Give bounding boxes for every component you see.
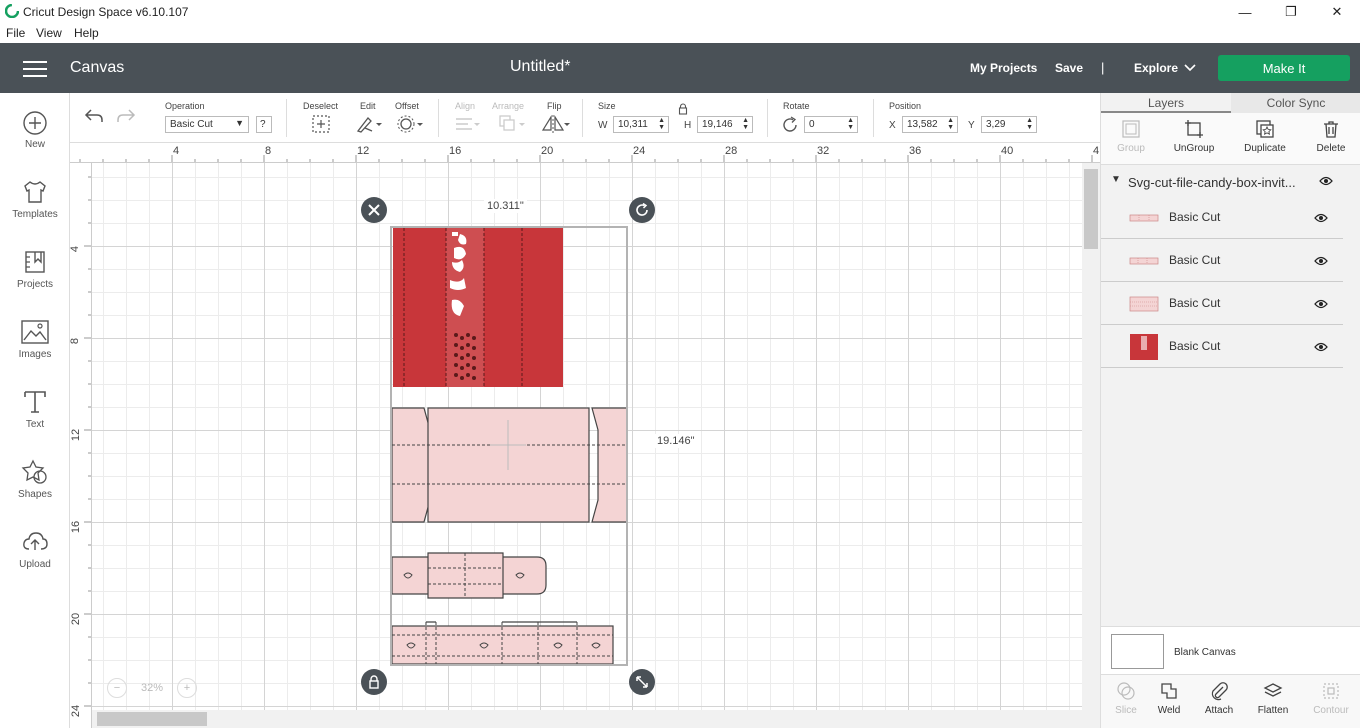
tab-label: Layers <box>1147 96 1185 110</box>
group-icon <box>1122 120 1140 138</box>
ruler-label: 4 <box>1093 145 1100 157</box>
flatten-button[interactable]: Flatten <box>1248 681 1298 716</box>
trash-icon <box>1324 121 1338 138</box>
ungroup-button[interactable]: UnGroup <box>1164 119 1224 154</box>
group-button: Group <box>1101 119 1161 154</box>
blank-canvas-swatch[interactable] <box>1111 634 1164 669</box>
delete-button[interactable]: Delete <box>1301 119 1360 154</box>
ungroup-icon <box>1185 120 1203 138</box>
tool-label: Group <box>1117 143 1145 154</box>
layer-thumbnail <box>1130 334 1158 360</box>
contour-icon <box>1323 683 1339 699</box>
header-separator: | <box>1101 60 1105 75</box>
layer-thumbnail <box>1129 214 1159 222</box>
layer-group-row[interactable]: ▼ Svg-cut-file-candy-box-invit... <box>1101 169 1360 195</box>
selection-bounding-box[interactable] <box>390 226 628 666</box>
layer-name: Basic Cut <box>1169 210 1221 224</box>
duplicate-button[interactable]: Duplicate <box>1235 119 1295 154</box>
layer-row[interactable]: Basic Cut <box>1101 240 1343 282</box>
lock-icon <box>369 675 379 689</box>
horizontal-scrollbar[interactable] <box>92 710 1082 728</box>
scroll-thumb[interactable] <box>1084 169 1098 249</box>
layer-thumbnail <box>1129 296 1159 312</box>
tab-layers[interactable]: Layers <box>1101 93 1231 113</box>
layer-name: Basic Cut <box>1169 339 1221 353</box>
eye-icon[interactable] <box>1314 341 1328 355</box>
duplicate-icon <box>1256 120 1274 138</box>
blank-canvas-row[interactable]: Blank Canvas <box>1101 626 1360 674</box>
flatten-layers-icon <box>1263 683 1283 697</box>
maximize-button[interactable]: ❐ <box>1268 0 1314 24</box>
layers-panel: Layers Color Sync Group UnGroup Duplicat… <box>1100 93 1360 728</box>
blank-canvas-label: Blank Canvas <box>1174 647 1236 658</box>
weld-button[interactable]: Weld <box>1144 681 1194 716</box>
tool-label: Weld <box>1157 705 1181 716</box>
resize-handle[interactable] <box>629 669 655 695</box>
weld-icon <box>1161 683 1177 699</box>
vertical-scrollbar[interactable] <box>1082 163 1100 728</box>
minimize-button[interactable]: — <box>1222 0 1268 24</box>
close-window-button[interactable]: ✕ <box>1314 0 1360 24</box>
tab-color-sync[interactable]: Color Sync <box>1231 93 1360 113</box>
layer-row[interactable]: Basic Cut <box>1101 326 1343 368</box>
tool-label: Slice <box>1115 705 1137 716</box>
group-name: Svg-cut-file-candy-box-invit... <box>1128 175 1296 190</box>
delete-selection-button[interactable] <box>361 197 387 223</box>
slice-icon <box>1117 682 1135 700</box>
tool-label: Contour <box>1313 705 1349 716</box>
layer-row[interactable]: Basic Cut <box>1101 283 1343 325</box>
layer-name: Basic Cut <box>1169 253 1221 267</box>
tool-label: Attach <box>1204 705 1234 716</box>
layer-thumbnail <box>1129 257 1159 265</box>
attach-button[interactable]: Attach <box>1194 681 1244 716</box>
tab-label: Color Sync <box>1266 96 1326 110</box>
zoom-in-button[interactable]: + <box>177 678 197 698</box>
make-it-button[interactable]: Make It <box>1218 55 1350 81</box>
tool-label: Duplicate <box>1244 143 1286 154</box>
eye-icon[interactable] <box>1314 212 1328 226</box>
width-dimension-label: 10.311" <box>484 199 527 213</box>
lock-proportions-handle[interactable] <box>361 669 387 695</box>
rotate-icon <box>636 203 648 216</box>
paperclip-icon <box>1211 682 1228 701</box>
eye-icon[interactable] <box>1319 175 1333 189</box>
height-dimension-label: 19.146" <box>654 434 698 448</box>
scroll-thumb[interactable] <box>97 712 207 726</box>
layer-row[interactable]: Basic Cut <box>1101 197 1343 239</box>
eye-icon[interactable] <box>1314 298 1328 312</box>
rotate-handle[interactable] <box>629 197 655 223</box>
tool-label: Flatten <box>1257 705 1289 716</box>
collapse-arrow-icon[interactable]: ▼ <box>1111 174 1121 185</box>
tool-label: UnGroup <box>1173 143 1215 154</box>
zoom-control: − 32% + <box>103 676 205 700</box>
explore-menu[interactable]: Explore <box>1134 61 1178 75</box>
tool-label: Delete <box>1316 143 1346 154</box>
resize-arrows-icon <box>636 676 648 688</box>
eye-icon[interactable] <box>1314 255 1328 269</box>
chevron-down-icon[interactable] <box>1184 64 1196 72</box>
zoom-level: 32% <box>141 682 164 694</box>
zoom-out-button[interactable]: − <box>107 678 127 698</box>
contour-button: Contour <box>1306 681 1356 716</box>
layer-actions-bar: Slice Weld Attach Flatten Contour <box>1101 674 1360 728</box>
close-icon <box>368 204 380 216</box>
layer-tools: Group UnGroup Duplicate Delete <box>1101 113 1360 165</box>
layer-name: Basic Cut <box>1169 296 1221 310</box>
